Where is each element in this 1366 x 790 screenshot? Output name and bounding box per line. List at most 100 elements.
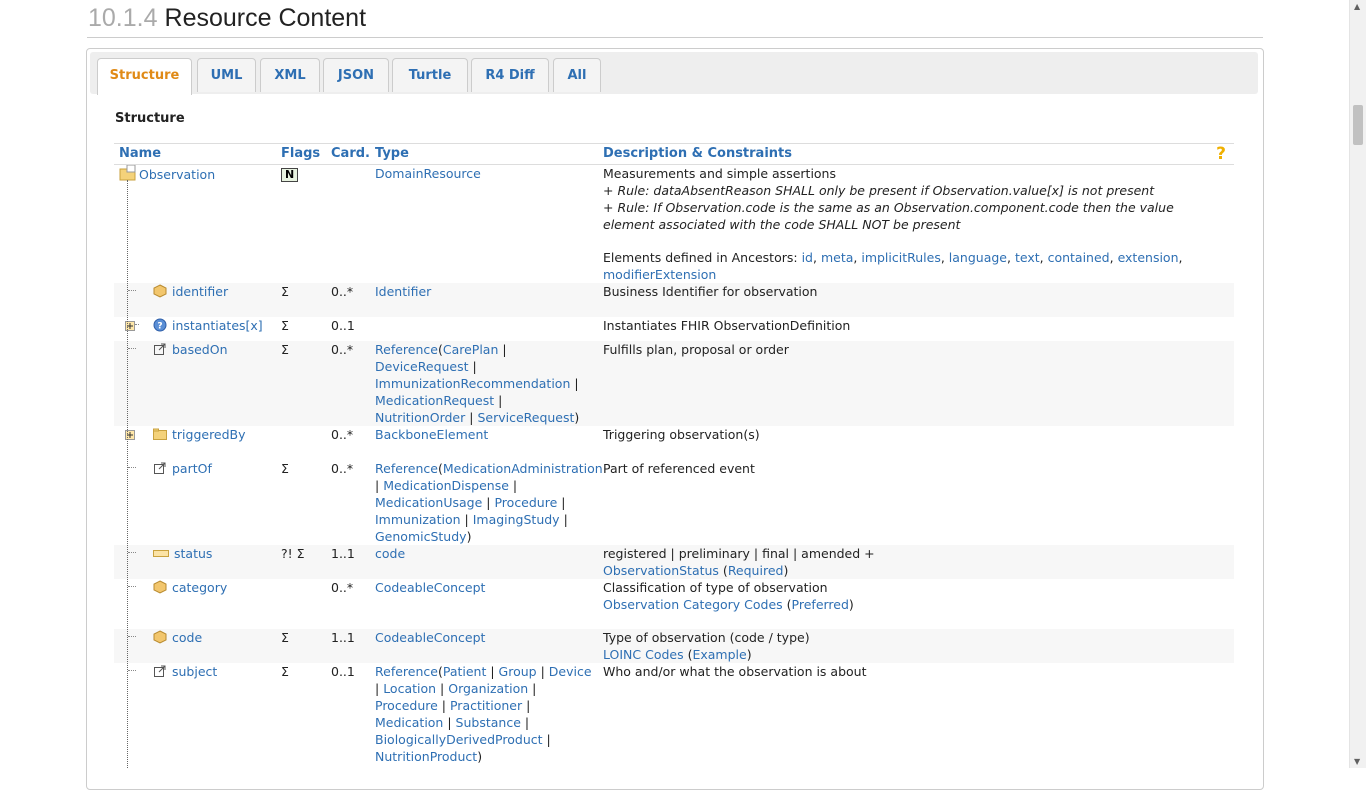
folder-icon [153,428,167,440]
element-name-subject[interactable]: subject [172,664,217,679]
target-link[interactable]: DeviceRequest [375,359,469,374]
valueset-link[interactable]: ObservationStatus [603,563,719,578]
tab-json[interactable]: JSON [323,58,389,92]
element-name-basedon[interactable]: basedOn [172,342,228,357]
target-link[interactable]: ImagingStudy [473,512,560,527]
col-name-header: Name [114,143,276,165]
type-link[interactable]: code [375,546,405,561]
target-link[interactable]: Substance [456,715,521,730]
type-link[interactable]: CodeableConcept [375,630,485,645]
target-link[interactable]: Procedure [494,495,557,510]
normative-flag: N [281,168,299,182]
ancestor-link[interactable]: meta [821,250,853,265]
vertical-scrollbar[interactable]: ▲ ▼ [1349,0,1366,768]
target-link[interactable]: Procedure [375,698,438,713]
card-cell: 0..* [331,427,354,442]
structure-table: Name Flags Card. Type Description & Cons… [114,143,1234,765]
table-row: category 0..* CodeableConcept Classifica… [114,579,1234,629]
card-cell: 0..* [326,341,370,426]
valueset-link[interactable]: LOINC Codes [603,647,684,662]
ancestor-elements: Elements defined in Ancestors: id, meta,… [603,250,1183,282]
description-cell: Business Identifier for observation [598,283,1234,317]
constraint-rule: + Rule: If Observation.code is the same … [603,200,1174,232]
target-link[interactable]: MedicationAdministration [443,461,603,476]
tab-uml[interactable]: UML [197,58,256,92]
scrollbar-thumb[interactable] [1353,105,1363,145]
short-description: Type of observation (code / type) [603,630,810,645]
ancestor-link[interactable]: modifierExtension [603,267,716,282]
type-link[interactable]: Identifier [375,284,431,299]
section-number: 10.1.4 [88,4,158,32]
flags-cell: Σ [281,318,289,333]
binding-strength-link[interactable]: Required [728,563,784,578]
card-cell: 0..* [326,283,370,317]
ancestor-link[interactable]: contained [1048,250,1110,265]
element-name-status[interactable]: status [174,546,212,561]
flags-cell: Σ [276,629,326,663]
tab-xml[interactable]: XML [260,58,320,92]
target-link[interactable]: NutritionProduct [375,749,477,764]
ancestor-link[interactable]: implicitRules [861,250,941,265]
element-name-category[interactable]: category [172,580,227,595]
target-link[interactable]: Location [383,681,436,696]
target-link[interactable]: MedicationDispense [383,478,509,493]
type-link[interactable]: DomainResource [375,166,481,181]
reference-link[interactable]: Reference [375,664,438,679]
target-link[interactable]: Group [499,664,537,679]
tab-structure[interactable]: Structure [97,58,192,95]
ancestor-link[interactable]: language [949,250,1007,265]
short-description: registered | preliminary | final | amend… [603,546,875,561]
col-flags-header: Flags [276,143,326,165]
tab-all[interactable]: All [553,58,601,92]
target-link[interactable]: ImmunizationRecommendation [375,376,570,391]
col-type-header: Type [370,143,598,165]
target-link[interactable]: GenomicStudy [375,529,467,544]
element-name-instantiates[interactable]: instantiates[x] [172,318,263,333]
target-link[interactable]: Organization [448,681,528,696]
target-link[interactable]: Immunization [375,512,461,527]
target-link[interactable]: MedicationRequest [375,393,494,408]
flags-cell: Σ [276,283,326,317]
description-cell: Part of referenced event [603,461,755,476]
table-row: basedOn Σ 0..* Reference(CarePlan | Devi… [114,341,1234,426]
target-link[interactable]: Device [549,664,592,679]
reference-link[interactable]: Reference [375,342,438,357]
card-cell: 1..1 [326,545,370,579]
ancestor-link[interactable]: id [802,250,813,265]
scroll-up-arrow-icon[interactable]: ▲ [1354,2,1360,11]
target-link[interactable]: NutritionOrder [375,410,465,425]
card-cell: 0..1 [331,664,355,679]
element-name-triggeredby[interactable]: triggeredBy [172,427,246,442]
target-link[interactable]: MedicationUsage [375,495,482,510]
flags-cell: Σ [281,461,289,476]
help-icon[interactable]: ? [1216,146,1226,163]
target-link[interactable]: CarePlan [443,342,499,357]
target-link[interactable]: Medication [375,715,443,730]
target-link[interactable]: ServiceRequest [477,410,574,425]
tab-turtle[interactable]: Turtle [392,58,468,92]
target-link[interactable]: Patient [443,664,487,679]
reference-link[interactable]: Reference [375,461,438,476]
target-link[interactable]: BiologicallyDerivedProduct [375,732,543,747]
scroll-down-arrow-icon[interactable]: ▼ [1354,757,1360,766]
table-row: status ?! Σ 1..1 code registered | preli… [114,545,1234,579]
target-link[interactable]: Practitioner [450,698,522,713]
element-name-identifier[interactable]: identifier [172,284,228,299]
ancestor-link[interactable]: extension [1118,250,1179,265]
page: 10.1.4 Resource Content Structure UML XML… [0,0,1350,790]
type-link[interactable]: BackboneElement [375,427,488,442]
element-name-observation[interactable]: Observation [139,167,215,182]
table-header-row: Name Flags Card. Type Description & Cons… [114,143,1234,165]
flags-cell: Σ [276,341,326,426]
binding-strength-link[interactable]: Example [692,647,746,662]
binding-strength-link[interactable]: Preferred [792,597,849,612]
type-link[interactable]: CodeableConcept [375,580,485,595]
element-name-partof[interactable]: partOf [172,461,212,476]
element-name-code[interactable]: code [172,630,202,645]
ancestor-link[interactable]: text [1015,250,1040,265]
tab-panel: Structure UML XML JSON Turtle R4 Diff Al… [86,48,1264,790]
heading-rule [87,37,1263,38]
reference-icon [154,665,166,677]
tab-r4-diff[interactable]: R4 Diff [471,58,549,92]
valueset-link[interactable]: Observation Category Codes [603,597,783,612]
